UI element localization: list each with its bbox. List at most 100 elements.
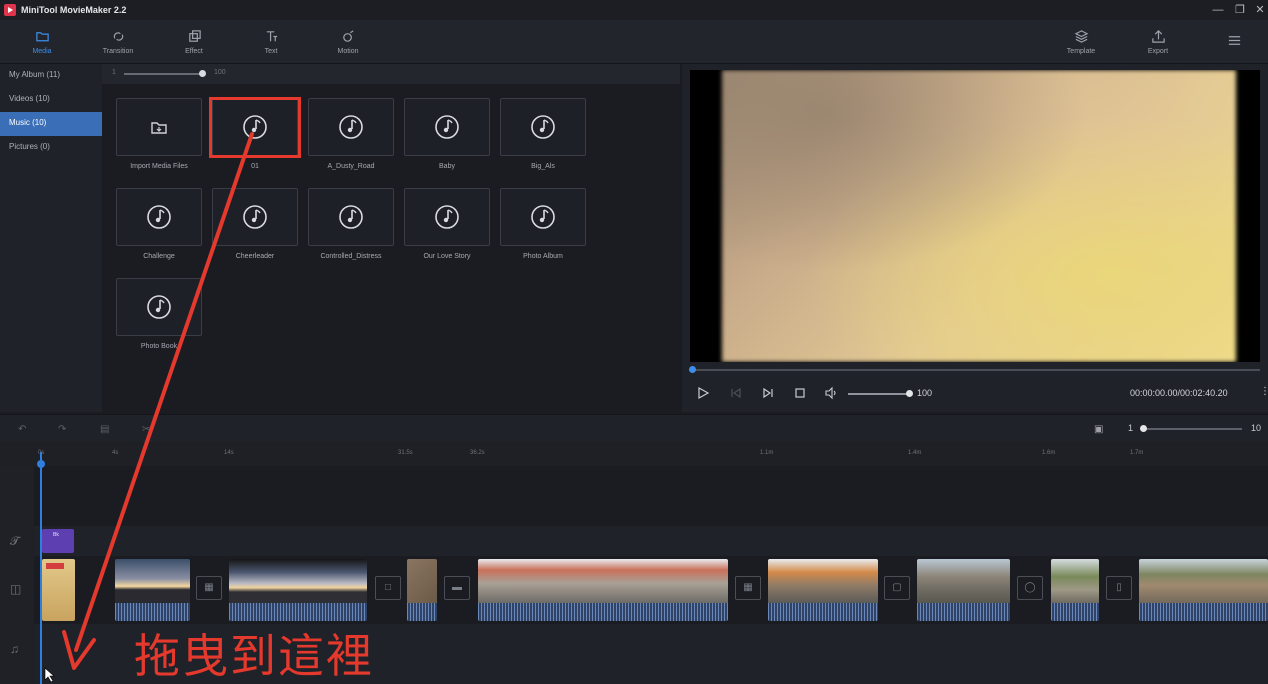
audio-waveform — [115, 603, 190, 621]
tab-motion[interactable]: Motion — [318, 20, 378, 64]
clip-thumbnail — [768, 559, 878, 603]
video-clip[interactable] — [768, 559, 878, 621]
transition-slot-icon[interactable]: ▦ — [735, 576, 761, 600]
fit-timeline-icon[interactable]: ▣ — [1094, 424, 1106, 436]
music-tile-challenge[interactable] — [116, 188, 202, 246]
export-button[interactable]: Export — [1128, 20, 1188, 64]
music-note-icon — [339, 115, 363, 139]
video-clip[interactable] — [1139, 559, 1268, 621]
playback-progress-handle[interactable] — [689, 366, 696, 373]
track-gutter: ♫ — [0, 624, 34, 684]
video-clip[interactable] — [1051, 559, 1099, 621]
import-media-tile[interactable] — [116, 98, 202, 156]
music-tile-photo-album[interactable] — [500, 188, 586, 246]
tab-transition[interactable]: Transition — [88, 20, 148, 64]
volume-slider-handle[interactable] — [906, 390, 913, 397]
music-note-icon — [147, 205, 171, 229]
delete-icon[interactable]: ▤ — [100, 424, 112, 436]
volume-icon[interactable] — [824, 386, 838, 400]
menu-button[interactable] — [1204, 20, 1264, 64]
video-clip[interactable] — [407, 559, 437, 621]
playback-progress-bar[interactable] — [690, 369, 1260, 371]
video-clip[interactable] — [42, 559, 75, 621]
tile-label: Import Media Files — [130, 163, 188, 170]
transition-slot-icon[interactable]: ▯ — [1106, 576, 1132, 600]
transition-slot-icon[interactable]: ◯ — [1017, 576, 1043, 600]
nav-item-my-album[interactable]: My Album (11) — [0, 64, 102, 88]
zoom-slider-handle[interactable] — [199, 70, 206, 77]
transition-slot-icon[interactable]: □ — [375, 576, 401, 600]
restore-icon[interactable]: ❐ — [1232, 2, 1248, 18]
title-bar: MiniTool MovieMaker 2.2 — ❐ ✕ — [0, 0, 1268, 20]
timeline-zoom-max: 10 — [1251, 423, 1262, 433]
main-toolbar: Media Transition Effect Text Motion Temp… — [0, 20, 1268, 64]
nav-item-music[interactable]: Music (10) — [0, 112, 102, 136]
ruler-tick: 1.6m — [1042, 450, 1056, 456]
minimize-icon[interactable]: — — [1210, 2, 1226, 18]
clip-badge — [46, 563, 64, 569]
tile-label: Challenge — [143, 253, 175, 260]
audio-waveform — [1051, 603, 1099, 621]
tab-text[interactable]: Text — [241, 20, 301, 64]
redo-icon[interactable]: ↷ — [58, 424, 70, 436]
playhead[interactable] — [40, 452, 42, 684]
video-clip[interactable] — [229, 559, 367, 621]
tile-label: Photo Album — [523, 253, 563, 260]
media-category-nav: My Album (11) Videos (10) Music (10) Pic… — [0, 64, 102, 412]
nav-item-pictures[interactable]: Pictures (0) — [0, 136, 102, 160]
tile-label: Cheerleader — [235, 253, 275, 260]
next-frame-icon[interactable] — [762, 386, 774, 400]
folder-icon — [35, 32, 49, 42]
text-track-icon: 𝓣 — [10, 534, 20, 548]
tab-effect[interactable]: Effect — [164, 20, 224, 64]
music-note-icon — [531, 115, 555, 139]
close-icon[interactable]: ✕ — [1252, 2, 1268, 18]
empty-track-area[interactable] — [0, 466, 1268, 526]
video-clip[interactable] — [115, 559, 190, 621]
play-icon[interactable] — [696, 386, 710, 400]
upload-icon — [1151, 30, 1165, 43]
more-options-icon[interactable]: ⋮ — [1260, 386, 1268, 397]
music-tile-our-love-story[interactable] — [404, 188, 490, 246]
video-clip[interactable] — [478, 559, 728, 621]
template-button[interactable]: Template — [1051, 20, 1111, 64]
volume-value: 100 — [917, 388, 933, 398]
nav-item-videos[interactable]: Videos (10) — [0, 88, 102, 112]
music-note-icon — [435, 115, 459, 139]
layers-icon — [1074, 30, 1088, 43]
music-note-icon — [531, 205, 555, 229]
transition-slot-icon[interactable]: ▢ — [884, 576, 910, 600]
undo-icon[interactable]: ↶ — [18, 424, 30, 436]
clip-thumbnail — [407, 559, 437, 603]
zoom-max-label: 100 — [214, 69, 226, 76]
music-tile-baby[interactable] — [404, 98, 490, 156]
stop-icon[interactable] — [794, 386, 806, 400]
text-clip[interactable]: Bk — [42, 529, 74, 553]
previous-frame-icon[interactable] — [730, 386, 742, 400]
video-clip[interactable] — [917, 559, 1010, 621]
clip-thumbnail — [917, 559, 1010, 603]
ruler-tick: 31.5s — [398, 450, 413, 456]
zoom-slider-track[interactable] — [124, 73, 202, 75]
transition-slot-icon[interactable]: ▦ — [196, 576, 222, 600]
video-track[interactable]: ◫ ▦ □ ▬ ▦ ▢ ◯ ▯ — [0, 556, 1268, 624]
music-tile-big-als[interactable] — [500, 98, 586, 156]
music-tile-cheerleader[interactable] — [212, 188, 298, 246]
tile-label: Controlled_Distress — [320, 253, 382, 260]
tile-label: Photo Book — [140, 343, 178, 350]
music-tile-a-dusty-road[interactable] — [308, 98, 394, 156]
text-track[interactable]: 𝓣 Bk — [0, 526, 1268, 556]
timeline-zoom-track[interactable] — [1142, 428, 1242, 430]
video-canvas[interactable] — [690, 70, 1260, 362]
volume-slider-track[interactable] — [848, 393, 908, 395]
timeline-ruler[interactable]: 0s 4s 14s 31.5s 36.2s 1.1m 1.4m 1.6m 1.7… — [0, 442, 1268, 466]
transition-slot-icon[interactable]: ▬ — [444, 576, 470, 600]
ruler-tick: 14s — [224, 450, 234, 456]
music-tile-controlled-distress[interactable] — [308, 188, 394, 246]
tab-media-label: Media — [32, 48, 52, 55]
split-icon[interactable]: ✂ — [142, 424, 154, 436]
playhead-handle[interactable] — [37, 460, 45, 468]
music-tile-photo-book[interactable] — [116, 278, 202, 336]
tab-media[interactable]: Media — [12, 20, 72, 64]
timeline-zoom-handle[interactable] — [1140, 425, 1147, 432]
